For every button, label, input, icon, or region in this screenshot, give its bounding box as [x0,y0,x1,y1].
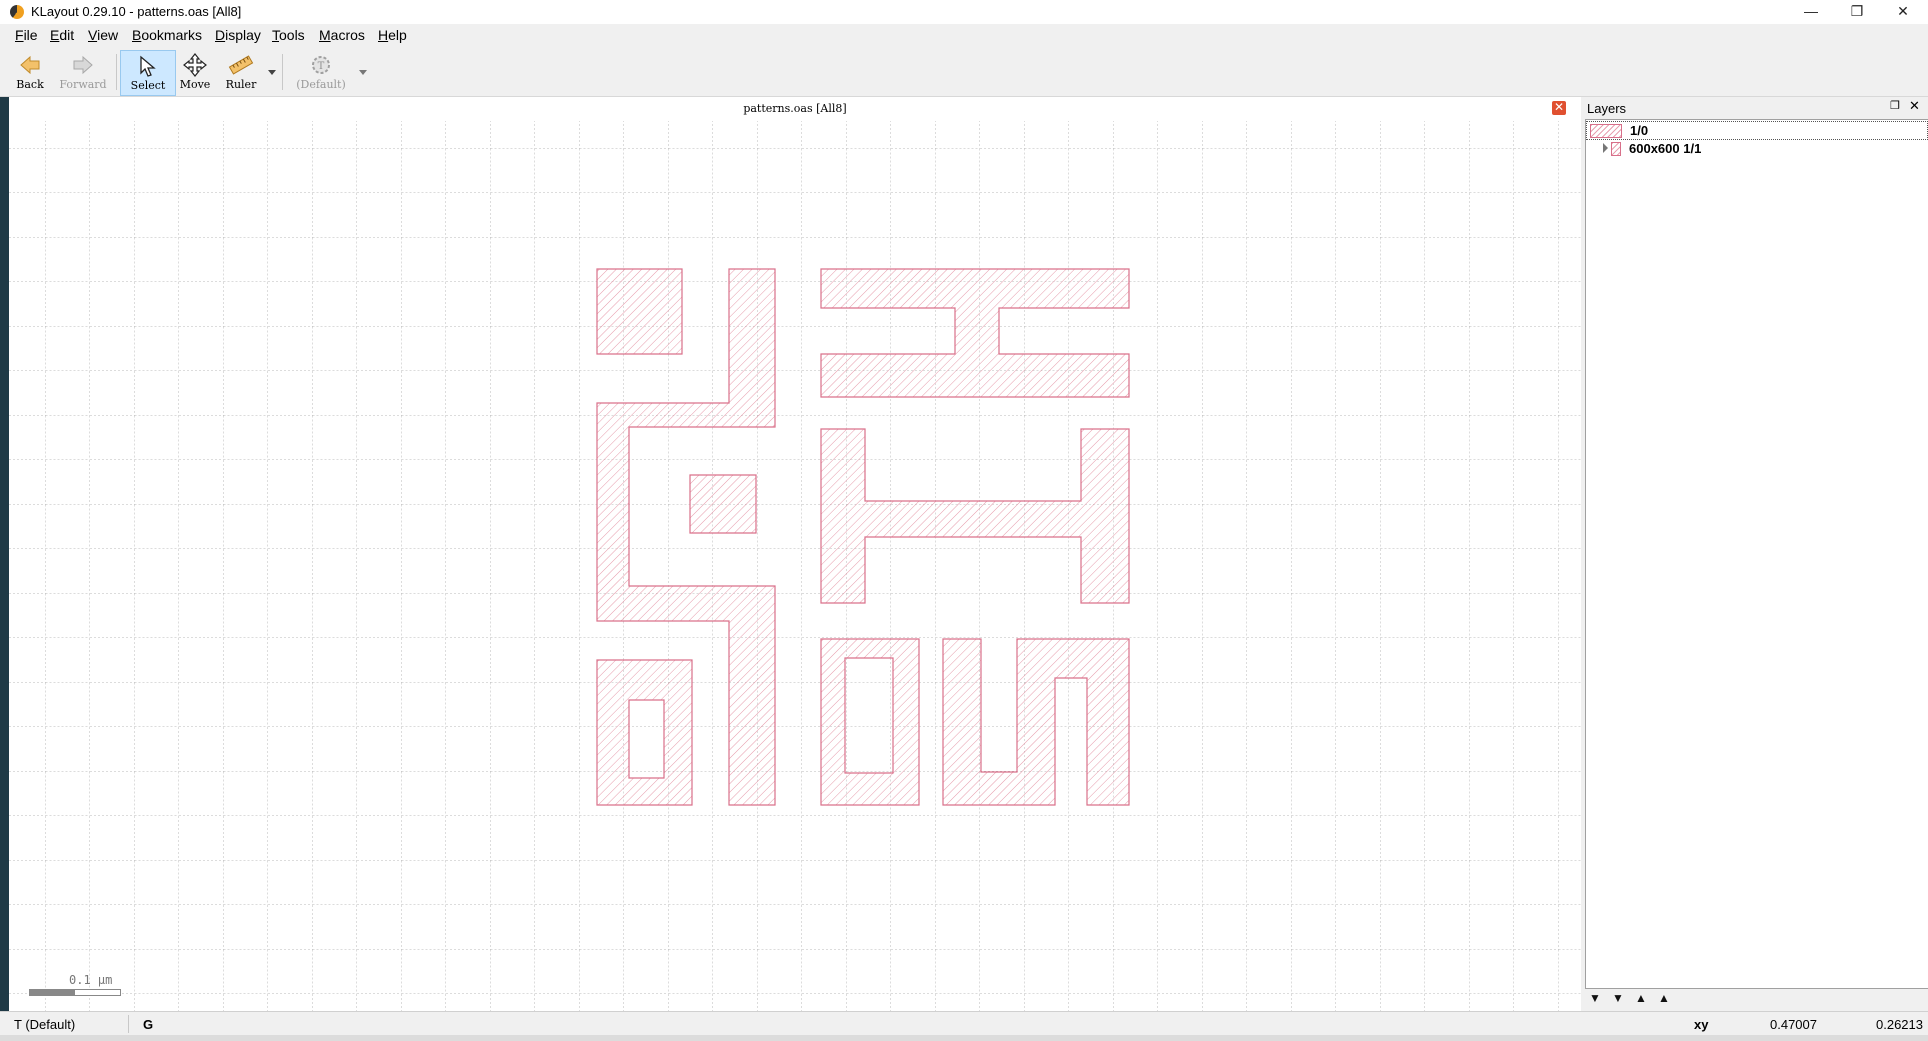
move-down-icon[interactable]: ▼ [1608,989,1628,1007]
default-mode-label: (Default) [296,78,346,91]
select-button[interactable]: Select [120,50,176,96]
forward-button[interactable]: Forward [58,50,108,94]
pointer-icon [140,55,156,77]
select-label: Select [130,79,166,92]
scale-bar [29,989,121,996]
ruler-icon [228,55,254,75]
status-coord-label: xy [1694,1017,1709,1032]
minimize-icon[interactable]: — [1788,0,1834,24]
toolbar: Back Forward Select Move Ruler T (Defaul… [0,46,1928,97]
layer-swatch [1590,124,1622,138]
move-button[interactable]: Move [178,50,212,94]
close-icon[interactable]: ✕ [1880,0,1926,24]
layer-swatch [1611,142,1621,156]
menu-bar: File Edit View Bookmarks Display Tools M… [0,24,1928,46]
menu-edit[interactable]: Edit [50,27,74,43]
menu-display[interactable]: Display [215,27,261,43]
window-bottom-edge [0,1035,1928,1041]
menu-tools[interactable]: Tools [272,27,305,43]
title-bar: KLayout 0.29.10 - patterns.oas [All8] — … [0,0,1928,24]
layers-panel-header: Layers ❐ ✕ [1583,97,1928,117]
grid [9,121,1581,1011]
expand-triangle-icon[interactable] [1603,143,1608,153]
layers-panel: Layers ❐ ✕ 1/0 600x600 1/1 ▼ ▼ ▲ ▲ [1583,97,1928,1011]
layout-shape[interactable] [596,268,683,355]
status-separator [128,1015,129,1033]
svg-text:T: T [318,61,325,72]
layer-row-1-0[interactable]: 1/0 [1586,121,1928,140]
layout-shape[interactable] [942,638,1130,806]
status-grid: G [143,1017,154,1032]
status-bar: T (Default) G xy 0.47007 0.26213 [0,1011,1928,1036]
move-bottom-icon[interactable]: ▼ [1585,989,1605,1007]
menu-help[interactable]: Help [378,27,407,43]
ruler-dropdown-arrow[interactable] [268,70,276,75]
layers-list[interactable]: 1/0 600x600 1/1 [1585,119,1928,989]
menu-bookmarks[interactable]: Bookmarks [132,27,202,43]
move-up-icon[interactable]: ▲ [1631,989,1651,1007]
gear-icon: T [312,56,330,74]
layer-row-600x600[interactable]: 600x600 1/1 [1586,140,1926,157]
layer-name: 600x600 1/1 [1629,141,1702,156]
layout-shape[interactable] [689,474,757,534]
restore-icon[interactable]: ❐ [1834,0,1880,24]
back-button[interactable]: Back [12,50,48,94]
layout-view[interactable]: patterns.oas [All8] ✕ 0.1 µm [9,97,1581,1011]
layer-name: 1/0 [1630,123,1649,138]
default-mode-button[interactable]: T (Default) [292,50,350,94]
close-icon[interactable]: ✕ [1552,101,1566,115]
move-label: Move [179,78,211,91]
layout-canvas[interactable] [9,121,1581,1011]
back-label: Back [16,78,44,91]
ruler-label: Ruler [225,78,257,91]
scale-bar-label: 0.1 µm [69,973,113,987]
move-top-icon[interactable]: ▲ [1654,989,1674,1007]
status-x-coord: 0.47007 [1770,1017,1817,1032]
close-icon[interactable]: ✕ [1909,98,1920,114]
menu-view[interactable]: View [88,27,118,43]
status-y-coord: 0.26213 [1876,1017,1923,1032]
move-cross-icon [183,53,207,77]
klayout-app-icon [10,5,24,19]
toolbar-separator [282,54,283,90]
status-mode: T (Default) [14,1017,76,1032]
forward-label: Forward [59,78,107,91]
window-title: KLayout 0.29.10 - patterns.oas [All8] [31,4,242,19]
float-icon[interactable]: ❐ [1890,99,1900,112]
layout-tab-title: patterns.oas [All8] [743,102,847,115]
menu-macros[interactable]: Macros [319,27,365,43]
layers-panel-title: Layers [1587,101,1627,116]
back-arrow-icon [20,55,40,75]
forward-arrow-icon [73,55,93,75]
left-edge-strip [0,97,9,1011]
ruler-button[interactable]: Ruler [222,50,260,94]
default-mode-dropdown-arrow[interactable] [359,70,367,75]
menu-file[interactable]: File [15,27,38,43]
toolbar-separator [116,54,117,90]
